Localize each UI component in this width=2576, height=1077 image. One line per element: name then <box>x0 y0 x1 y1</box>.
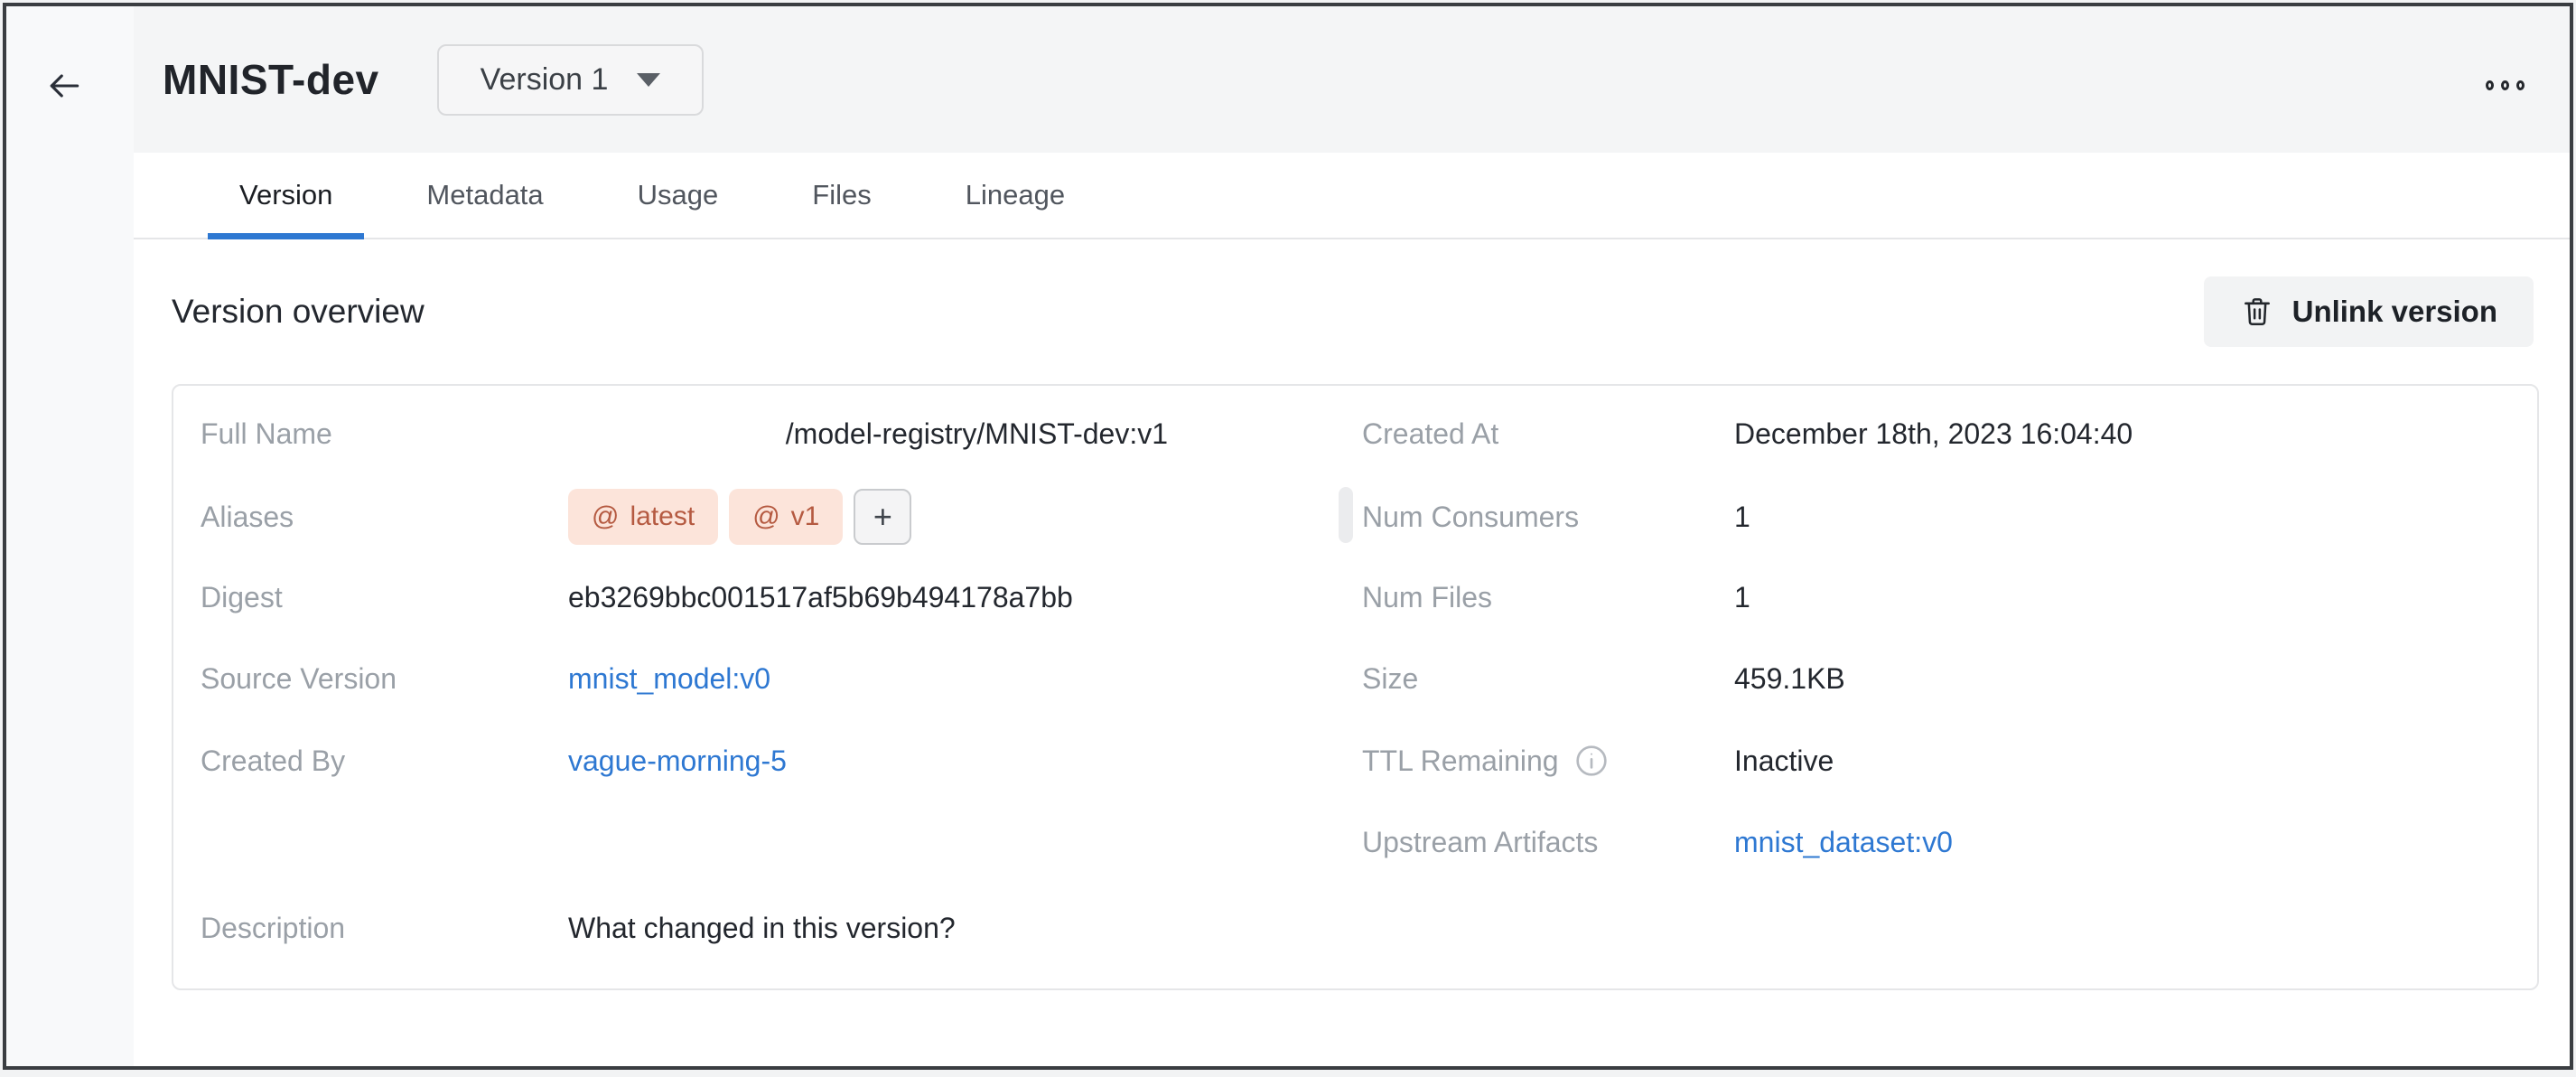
arrow-left-icon <box>44 66 84 106</box>
field-created-at: Created At December 18th, 2023 16:04:40 <box>1362 406 2509 462</box>
scrollbar-thumb[interactable] <box>1339 487 1353 543</box>
field-size: Size 459.1KB <box>1362 651 2509 707</box>
alias-chip-list: @ latest @ v1 + <box>568 489 911 545</box>
alias-chip-v1[interactable]: @ v1 <box>729 489 843 545</box>
tab-content: Version overview Unlink version Full Nam… <box>134 241 2570 1066</box>
overflow-menu-button[interactable] <box>2480 75 2530 96</box>
trash-icon <box>2240 295 2274 329</box>
alias-name: v1 <box>791 501 820 532</box>
field-description: Description What changed in this version… <box>201 900 1339 956</box>
unlink-version-button[interactable]: Unlink version <box>2204 276 2534 347</box>
tab-version[interactable]: Version <box>208 153 364 238</box>
field-aliases: Aliases @ latest @ v1 + <box>201 489 1339 545</box>
alias-chip-latest[interactable]: @ latest <box>568 489 718 545</box>
field-label: Aliases <box>201 501 568 534</box>
tab-files[interactable]: Files <box>780 153 902 238</box>
at-symbol: @ <box>752 501 779 532</box>
field-num-files: Num Files 1 <box>1362 569 2509 625</box>
app-window: MNIST-dev Version 1 Version Metadata Usa… <box>3 3 2573 1070</box>
unlink-version-label: Unlink version <box>2292 295 2497 329</box>
field-label: TTL Remaining <box>1362 745 1559 778</box>
tab-lineage[interactable]: Lineage <box>934 153 1097 238</box>
field-created-by: Created By vague-morning-5 <box>201 733 1339 789</box>
field-digest: Digest eb3269bbc001517af5b69b494178a7bb <box>201 569 1339 625</box>
alias-name: latest <box>630 501 695 532</box>
field-label: Description <box>201 912 568 945</box>
version-selector-label: Version 1 <box>481 62 609 98</box>
field-label: Upstream Artifacts <box>1362 826 1734 859</box>
version-selector[interactable]: Version 1 <box>437 44 704 116</box>
section-header: Version overview Unlink version <box>172 261 2534 362</box>
add-alias-button[interactable]: + <box>854 489 911 545</box>
info-icon[interactable] <box>1573 743 1610 779</box>
size-value: 459.1KB <box>1734 662 1845 696</box>
created-by-link[interactable]: vague-morning-5 <box>568 745 787 777</box>
full-name-value: /model-registry/MNIST-dev:v1 <box>568 417 1168 451</box>
page-header: MNIST-dev Version 1 <box>134 6 2570 153</box>
field-label: Source Version <box>201 662 568 696</box>
field-label: Num Consumers <box>1362 501 1734 534</box>
field-label: Full Name <box>201 417 568 451</box>
upstream-artifact-link[interactable]: mnist_dataset:v0 <box>1734 826 1953 858</box>
chevron-down-icon <box>637 73 660 87</box>
dot-icon <box>2501 80 2509 90</box>
field-label: Created At <box>1362 417 1734 451</box>
left-rail <box>6 6 134 1066</box>
field-source-version: Source Version mnist_model:v0 <box>201 651 1339 707</box>
tab-metadata[interactable]: Metadata <box>395 153 574 238</box>
ttl-remaining-value: Inactive <box>1734 745 1834 778</box>
field-ttl-remaining: TTL Remaining Inactive <box>1362 733 2509 789</box>
dot-icon <box>2486 80 2494 90</box>
tab-usage[interactable]: Usage <box>606 153 751 238</box>
section-title: Version overview <box>172 293 425 331</box>
dot-icon <box>2516 80 2525 90</box>
source-version-link[interactable]: mnist_model:v0 <box>568 662 770 695</box>
field-full-name: Full Name /model-registry/MNIST-dev:v1 <box>201 406 1339 462</box>
field-label: Created By <box>201 745 568 778</box>
num-files-value: 1 <box>1734 581 1750 614</box>
field-label: Digest <box>201 581 568 614</box>
field-num-consumers: Num Consumers 1 <box>1362 489 2509 545</box>
tab-bar: Version Metadata Usage Files Lineage <box>134 153 2570 239</box>
at-symbol: @ <box>592 501 619 532</box>
num-consumers-value: 1 <box>1734 501 1750 534</box>
field-label: Num Files <box>1362 581 1734 614</box>
back-button[interactable] <box>37 59 91 113</box>
description-placeholder[interactable]: What changed in this version? <box>568 912 1168 945</box>
created-at-value: December 18th, 2023 16:04:40 <box>1734 417 2133 451</box>
field-upstream-artifacts: Upstream Artifacts mnist_dataset:v0 <box>1362 814 2509 870</box>
page-title: MNIST-dev <box>163 55 379 104</box>
version-overview-card: Full Name /model-registry/MNIST-dev:v1 A… <box>172 384 2539 990</box>
field-label: Size <box>1362 662 1734 696</box>
digest-value: eb3269bbc001517af5b69b494178a7bb <box>568 581 1168 614</box>
